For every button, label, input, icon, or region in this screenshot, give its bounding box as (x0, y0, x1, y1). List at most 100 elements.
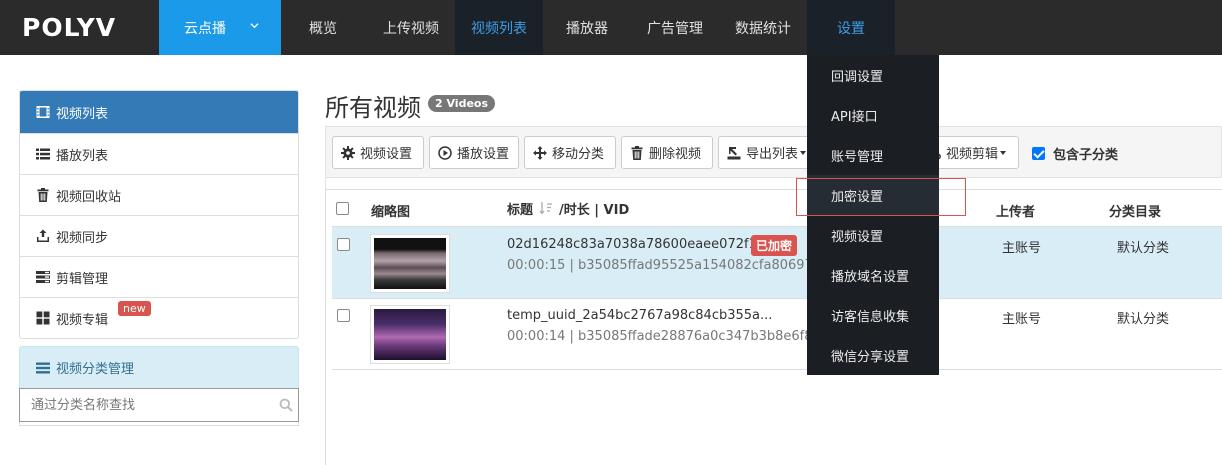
delete-video-button[interactable]: 删除视频 (621, 136, 713, 169)
nav-statistics[interactable]: 数据统计 (721, 0, 805, 55)
menu-item-account-management[interactable]: 账号管理 (807, 135, 939, 175)
category-panel-footer (19, 422, 299, 426)
column-header-uploader: 上传者 (996, 205, 1036, 220)
menu-item-api[interactable]: API接口 (807, 95, 939, 135)
sidebar-item-clip-management[interactable]: 剪辑管理 (20, 256, 298, 297)
sidebar-item-label: 剪辑管理 (56, 271, 109, 287)
video-clip-label: 视频剪辑 (946, 147, 999, 162)
category-search-input[interactable] (20, 389, 298, 421)
menu-item-encryption-settings[interactable]: 加密设置 (807, 175, 939, 215)
move-category-button[interactable]: 移动分类 (524, 136, 616, 169)
include-subcategory-toggle[interactable]: 包含子分类 (1032, 144, 1118, 163)
nav-video-list[interactable]: 视频列表 (455, 0, 543, 55)
column-header-duration-vid: /时长 | VID (559, 203, 630, 218)
sidebar-video-group: 视频列表 播放列表 视频回收站 视频同步 剪辑管理 视频专辑 new (19, 90, 299, 339)
menu-item-play-domain-settings[interactable]: 播放域名设置 (807, 255, 939, 295)
sync-icon (37, 229, 49, 242)
product-switch-dropdown[interactable]: 云点播 (159, 0, 281, 55)
video-toolbar: 视频设置 播放设置 移动分类 删除视频 导出列表 视频剪辑 包含子分类 (325, 126, 1222, 178)
nav-settings[interactable]: 设置 (807, 0, 895, 55)
sort-icon[interactable] (539, 201, 553, 215)
include-subcategory-label: 包含子分类 (1053, 148, 1119, 163)
settings-dropdown-menu: 回调设置 API接口 账号管理 加密设置 视频设置 播放域名设置 访客信息收集 … (807, 55, 939, 375)
delete-video-label: 删除视频 (649, 147, 702, 162)
sidebar-item-label: 视频同步 (56, 230, 109, 246)
search-icon[interactable] (279, 398, 293, 412)
play-settings-label: 播放设置 (457, 147, 510, 162)
sidebar-item-label: 视频回收站 (56, 189, 122, 205)
video-category[interactable]: 默认分类 (1117, 308, 1169, 327)
export-icon (727, 146, 741, 159)
category-management-header[interactable]: 视频分类管理 (19, 346, 299, 388)
column-header-thumbnail: 缩略图 (371, 205, 411, 220)
move-category-label: 移动分类 (552, 147, 605, 162)
video-count-badge: 2 Videos (428, 95, 496, 112)
sidebar-item-recycle-bin[interactable]: 视频回收站 (20, 174, 298, 215)
encrypted-badge: 已加密 (751, 235, 798, 256)
new-badge: new (118, 301, 151, 316)
video-table: 缩略图 标题 /时长 | VID 上传者 分类目录 02d16248c83a70… (325, 189, 1222, 465)
video-thumbnail[interactable] (370, 234, 450, 293)
video-uploader: 主账号 (1002, 241, 1042, 256)
tasks-icon (36, 271, 50, 283)
polyv-logo[interactable]: POLYV (22, 12, 116, 42)
table-row[interactable]: 02d16248c83a7038a78600eaee072f10 已加密 00:… (332, 227, 1222, 298)
export-list-button[interactable]: 导出列表 (718, 136, 810, 169)
video-title[interactable]: temp_uuid_2a54bc2767a98c84cb355a... (507, 308, 772, 323)
film-icon (36, 106, 50, 118)
video-category[interactable]: 默认分类 (1117, 237, 1169, 256)
sidebar: 视频列表 播放列表 视频回收站 视频同步 剪辑管理 视频专辑 new (19, 90, 299, 339)
sidebar-item-video-list[interactable]: 视频列表 (20, 91, 298, 133)
video-title[interactable]: 02d16248c83a7038a78600eaee072f10 (507, 237, 765, 252)
sidebar-item-video-sync[interactable]: 视频同步 (20, 215, 298, 256)
list-icon (36, 148, 50, 160)
sidebar-header-label: 视频列表 (56, 106, 109, 122)
menu-item-visitor-info[interactable]: 访客信息收集 (807, 295, 939, 335)
sidebar-item-playlist[interactable]: 播放列表 (20, 133, 298, 174)
trash-icon (37, 188, 49, 202)
video-duration-vid: 00:00:15 | b35085ffad95525a154082cfa8069… (507, 258, 830, 273)
row-checkbox[interactable] (337, 309, 350, 322)
nav-overview[interactable]: 概览 (290, 0, 356, 55)
menu-item-video-settings[interactable]: 视频设置 (807, 215, 939, 255)
video-uploader: 主账号 (1002, 312, 1042, 327)
top-navbar: POLYV 云点播 概览 上传视频 视频列表 播放器 广告管理 数据统计 设置 (0, 0, 1222, 55)
trash-icon (631, 145, 643, 160)
gear-icon (341, 145, 355, 160)
category-search-box (19, 388, 299, 422)
move-icon (533, 145, 547, 160)
include-subcategory-checkbox[interactable] (1032, 147, 1045, 160)
video-duration-vid: 00:00:14 | b35085ffade28876a0c347b3b8e6f… (507, 329, 830, 344)
thumbnail-image (374, 309, 446, 360)
menu-item-wechat-share[interactable]: 微信分享设置 (807, 335, 939, 375)
export-list-label: 导出列表 (746, 147, 799, 162)
play-settings-button[interactable]: 播放设置 (429, 136, 519, 169)
chevron-down-icon (250, 23, 259, 29)
sidebar-item-label: 视频专辑 (56, 312, 109, 328)
page-title: 所有视频 (325, 94, 421, 122)
category-management-panel: 视频分类管理 (19, 346, 299, 426)
column-header-category: 分类目录 (1109, 205, 1162, 220)
thumbnail-image (374, 238, 446, 289)
table-row[interactable]: temp_uuid_2a54bc2767a98c84cb355a... 00:0… (332, 298, 1222, 369)
play-circle-icon (438, 145, 452, 160)
sidebar-item-label: 播放列表 (56, 148, 109, 164)
row-divider (332, 369, 1222, 370)
caret-down-icon (800, 150, 807, 155)
caret-down-icon (1000, 150, 1007, 155)
sidebar-item-video-album[interactable]: 视频专辑 new (20, 297, 298, 338)
list-icon (36, 362, 50, 373)
nav-ad-management[interactable]: 广告管理 (633, 0, 717, 55)
column-header-title[interactable]: 标题 (507, 199, 533, 218)
menu-item-callback-settings[interactable]: 回调设置 (807, 55, 939, 95)
video-settings-button[interactable]: 视频设置 (332, 136, 424, 169)
th-large-icon (36, 311, 50, 325)
nav-player[interactable]: 播放器 (553, 0, 621, 55)
select-all-checkbox[interactable] (336, 202, 349, 215)
row-checkbox[interactable] (337, 238, 350, 251)
category-header-label: 视频分类管理 (56, 362, 135, 377)
product-switch-label: 云点播 (184, 20, 226, 37)
video-thumbnail[interactable] (370, 305, 450, 364)
video-settings-label: 视频设置 (360, 147, 413, 162)
nav-upload-video[interactable]: 上传视频 (370, 0, 452, 55)
